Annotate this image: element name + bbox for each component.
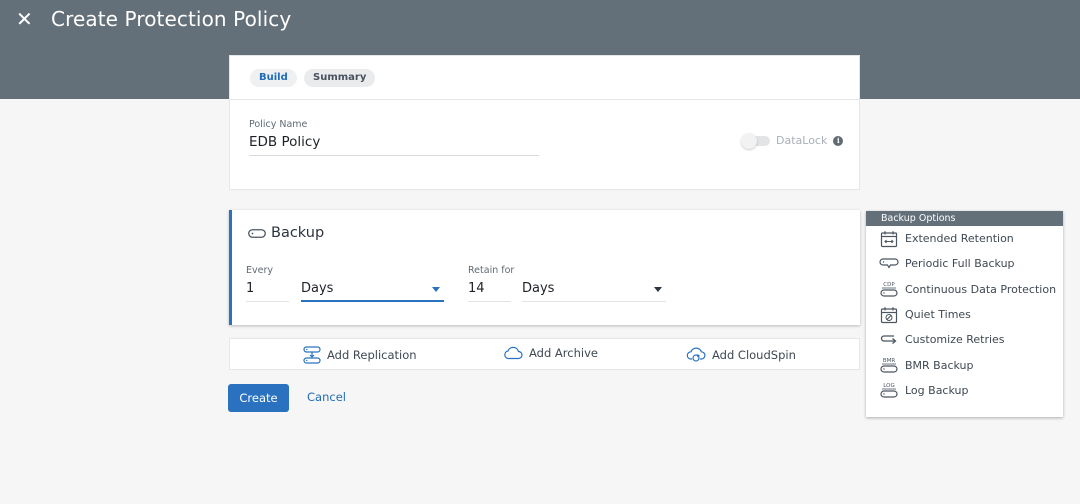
every-label: Every [246, 265, 273, 276]
backup-options-panel: Backup Options Extended Retention Period… [866, 211, 1063, 417]
quiet-times-calendar-icon [879, 305, 899, 325]
log-icon: LOG [879, 380, 899, 400]
svg-text:LOG: LOG [883, 383, 894, 389]
option-label: Extended Retention [905, 232, 1014, 246]
retry-arrow-icon [879, 330, 899, 350]
cancel-button[interactable]: Cancel [307, 390, 346, 404]
option-label: Continuous Data Protection [905, 282, 1057, 296]
add-actions-bar: Add Replication Add Archive Add CloudSpi… [229, 338, 860, 370]
option-label: Customize Retries [905, 333, 1005, 347]
calendar-retention-icon [879, 229, 899, 249]
policy-name-underline [249, 155, 539, 156]
option-extended-retention[interactable]: Extended Retention [866, 226, 1063, 251]
option-periodic-full-backup[interactable]: Periodic Full Backup [866, 251, 1063, 276]
tab-build[interactable]: Build [250, 69, 297, 87]
option-customize-retries[interactable]: Customize Retries [866, 327, 1063, 352]
svg-text:CDP: CDP [883, 282, 895, 288]
create-button[interactable]: Create [228, 384, 289, 412]
option-bmr-backup[interactable]: BMR BMR Backup [866, 352, 1063, 377]
policy-name-card: Build Summary Policy Name EDB Policy Dat… [229, 55, 860, 190]
add-archive-button[interactable]: Add Archive [503, 346, 598, 360]
add-cloudspin-label: Add CloudSpin [712, 347, 796, 362]
option-label: Quiet Times [905, 308, 971, 322]
add-cloudspin-button[interactable]: Add CloudSpin [686, 346, 796, 363]
policy-name-label: Policy Name [249, 119, 308, 130]
retain-input-underline [468, 301, 511, 302]
cdp-icon: CDP [879, 279, 899, 299]
info-icon[interactable]: i [833, 135, 844, 146]
backup-storage-icon [248, 229, 266, 238]
backup-card: Backup Every 1 Days Retain for 14 Days [229, 210, 860, 325]
add-replication-button[interactable]: Add Replication [303, 346, 417, 364]
retain-unit-underline [522, 301, 666, 302]
backup-options-header: Backup Options [866, 211, 1063, 226]
retain-input[interactable]: 14 [468, 281, 485, 296]
replication-icon [303, 346, 321, 364]
add-replication-label: Add Replication [327, 348, 417, 362]
option-label: BMR Backup [905, 358, 974, 372]
retain-unit-caret-icon[interactable] [654, 287, 662, 292]
add-archive-label: Add Archive [529, 346, 598, 360]
datalock-label: DataLock [776, 134, 828, 147]
datalock-control: DataLock i [741, 132, 844, 149]
option-log-backup[interactable]: LOG Log Backup [866, 378, 1063, 403]
every-input[interactable]: 1 [246, 281, 254, 296]
bmr-icon: BMR [879, 355, 899, 375]
retain-unit-select[interactable]: Days [522, 281, 554, 296]
every-unit-underline [301, 300, 444, 302]
option-label: Periodic Full Backup [905, 257, 1015, 271]
option-continuous-data-protection[interactable]: CDP Continuous Data Protection [866, 277, 1063, 302]
periodic-full-backup-icon [879, 254, 899, 274]
cloudspin-icon [686, 347, 706, 362]
every-unit-caret-icon[interactable] [432, 287, 440, 292]
close-icon[interactable]: ✕ [16, 7, 33, 31]
tab-bar: Build Summary [230, 56, 859, 100]
backup-title: Backup [271, 225, 325, 241]
option-quiet-times[interactable]: Quiet Times [866, 302, 1063, 327]
svg-text:BMR: BMR [883, 358, 896, 364]
tab-summary[interactable]: Summary [304, 69, 376, 87]
datalock-toggle[interactable] [741, 132, 770, 149]
every-unit-select[interactable]: Days [301, 281, 333, 296]
every-input-underline [246, 301, 289, 302]
option-label: Log Backup [905, 383, 969, 397]
policy-name-input[interactable]: EDB Policy [249, 134, 320, 150]
retain-label: Retain for [468, 265, 515, 276]
cloud-icon [504, 346, 523, 360]
page-title: Create Protection Policy [51, 7, 292, 31]
